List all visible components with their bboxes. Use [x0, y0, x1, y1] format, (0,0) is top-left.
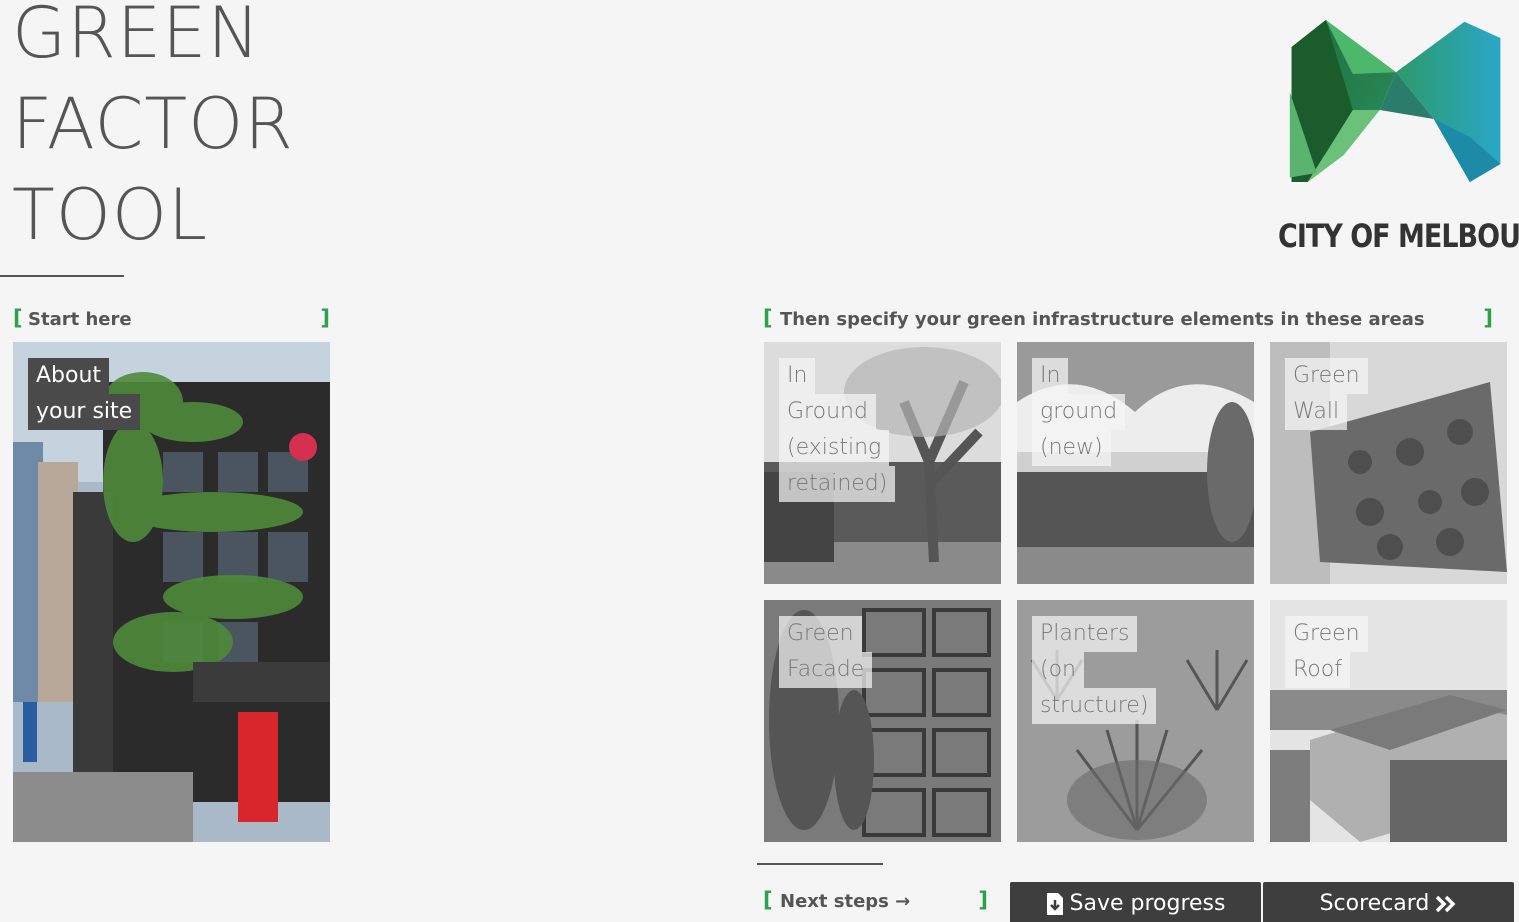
area-line: Green	[1285, 616, 1368, 652]
area-tile-green-roof[interactable]: Green Roof	[1270, 600, 1507, 842]
area-line: Planters	[1032, 616, 1138, 652]
bracket-close: ]	[320, 306, 330, 330]
scorecard-label: Scorecard	[1319, 891, 1430, 916]
file-download-icon	[1046, 892, 1063, 915]
next-steps-label: Next steps →	[780, 891, 911, 912]
save-progress-button[interactable]: Save progress	[1010, 882, 1261, 922]
title-line-2: FACTOR	[12, 83, 294, 165]
area-line: Ground	[779, 394, 876, 430]
logo-wordmark: CITY OF MELBOURNE	[1278, 218, 1519, 256]
scorecard-button[interactable]: Scorecard	[1263, 882, 1514, 922]
start-here-heading: [ Start here ]	[13, 306, 330, 332]
bracket-open: [	[13, 306, 23, 330]
area-line: (existing	[779, 430, 890, 466]
about-line-2: your site	[28, 394, 141, 430]
area-line: ground	[1032, 394, 1126, 430]
city-of-melbourne-logo	[1289, 20, 1501, 182]
page-title: GREEN FACTOR TOOL	[12, 0, 294, 261]
save-progress-label: Save progress	[1069, 891, 1226, 916]
title-line-3: TOOL	[12, 174, 208, 256]
area-line: retained)	[779, 466, 896, 502]
bracket-open: [	[763, 306, 773, 330]
bracket-open: [	[763, 888, 773, 912]
area-tile-green-facade[interactable]: Green Facade	[764, 600, 1001, 842]
area-line: Facade	[779, 652, 873, 688]
title-line-1: GREEN	[12, 0, 261, 74]
area-tile-in-ground-new[interactable]: In ground (new)	[1017, 342, 1254, 584]
bracket-close: ]	[1483, 306, 1493, 330]
area-tile-green-wall[interactable]: Green Wall	[1270, 342, 1507, 584]
area-line: (new)	[1032, 430, 1111, 466]
area-line: Green	[779, 616, 862, 652]
bracket-close: ]	[978, 888, 988, 912]
area-line: (on	[1032, 652, 1084, 688]
area-line: Wall	[1285, 394, 1348, 430]
area-tile-in-ground-existing[interactable]: In Ground (existing retained)	[764, 342, 1001, 584]
about-your-site-tile[interactable]: About your site	[13, 342, 330, 842]
title-divider	[0, 275, 124, 277]
area-line: structure)	[1032, 688, 1157, 724]
area-tile-planters[interactable]: Planters (on structure)	[1017, 600, 1254, 842]
next-steps-divider	[757, 863, 883, 865]
next-steps-heading: [ Next steps → ]	[763, 888, 988, 914]
area-line: In	[1032, 358, 1069, 394]
about-line-1: About	[28, 358, 110, 394]
area-line: In	[779, 358, 816, 394]
double-chevron-right-icon	[1436, 895, 1456, 912]
start-here-label: Start here	[28, 309, 132, 330]
area-line: Green	[1285, 358, 1368, 394]
area-line: Roof	[1285, 652, 1350, 688]
areas-heading: [ Then specify your green infrastructure…	[763, 306, 1493, 332]
areas-label: Then specify your green infrastructure e…	[780, 309, 1425, 330]
